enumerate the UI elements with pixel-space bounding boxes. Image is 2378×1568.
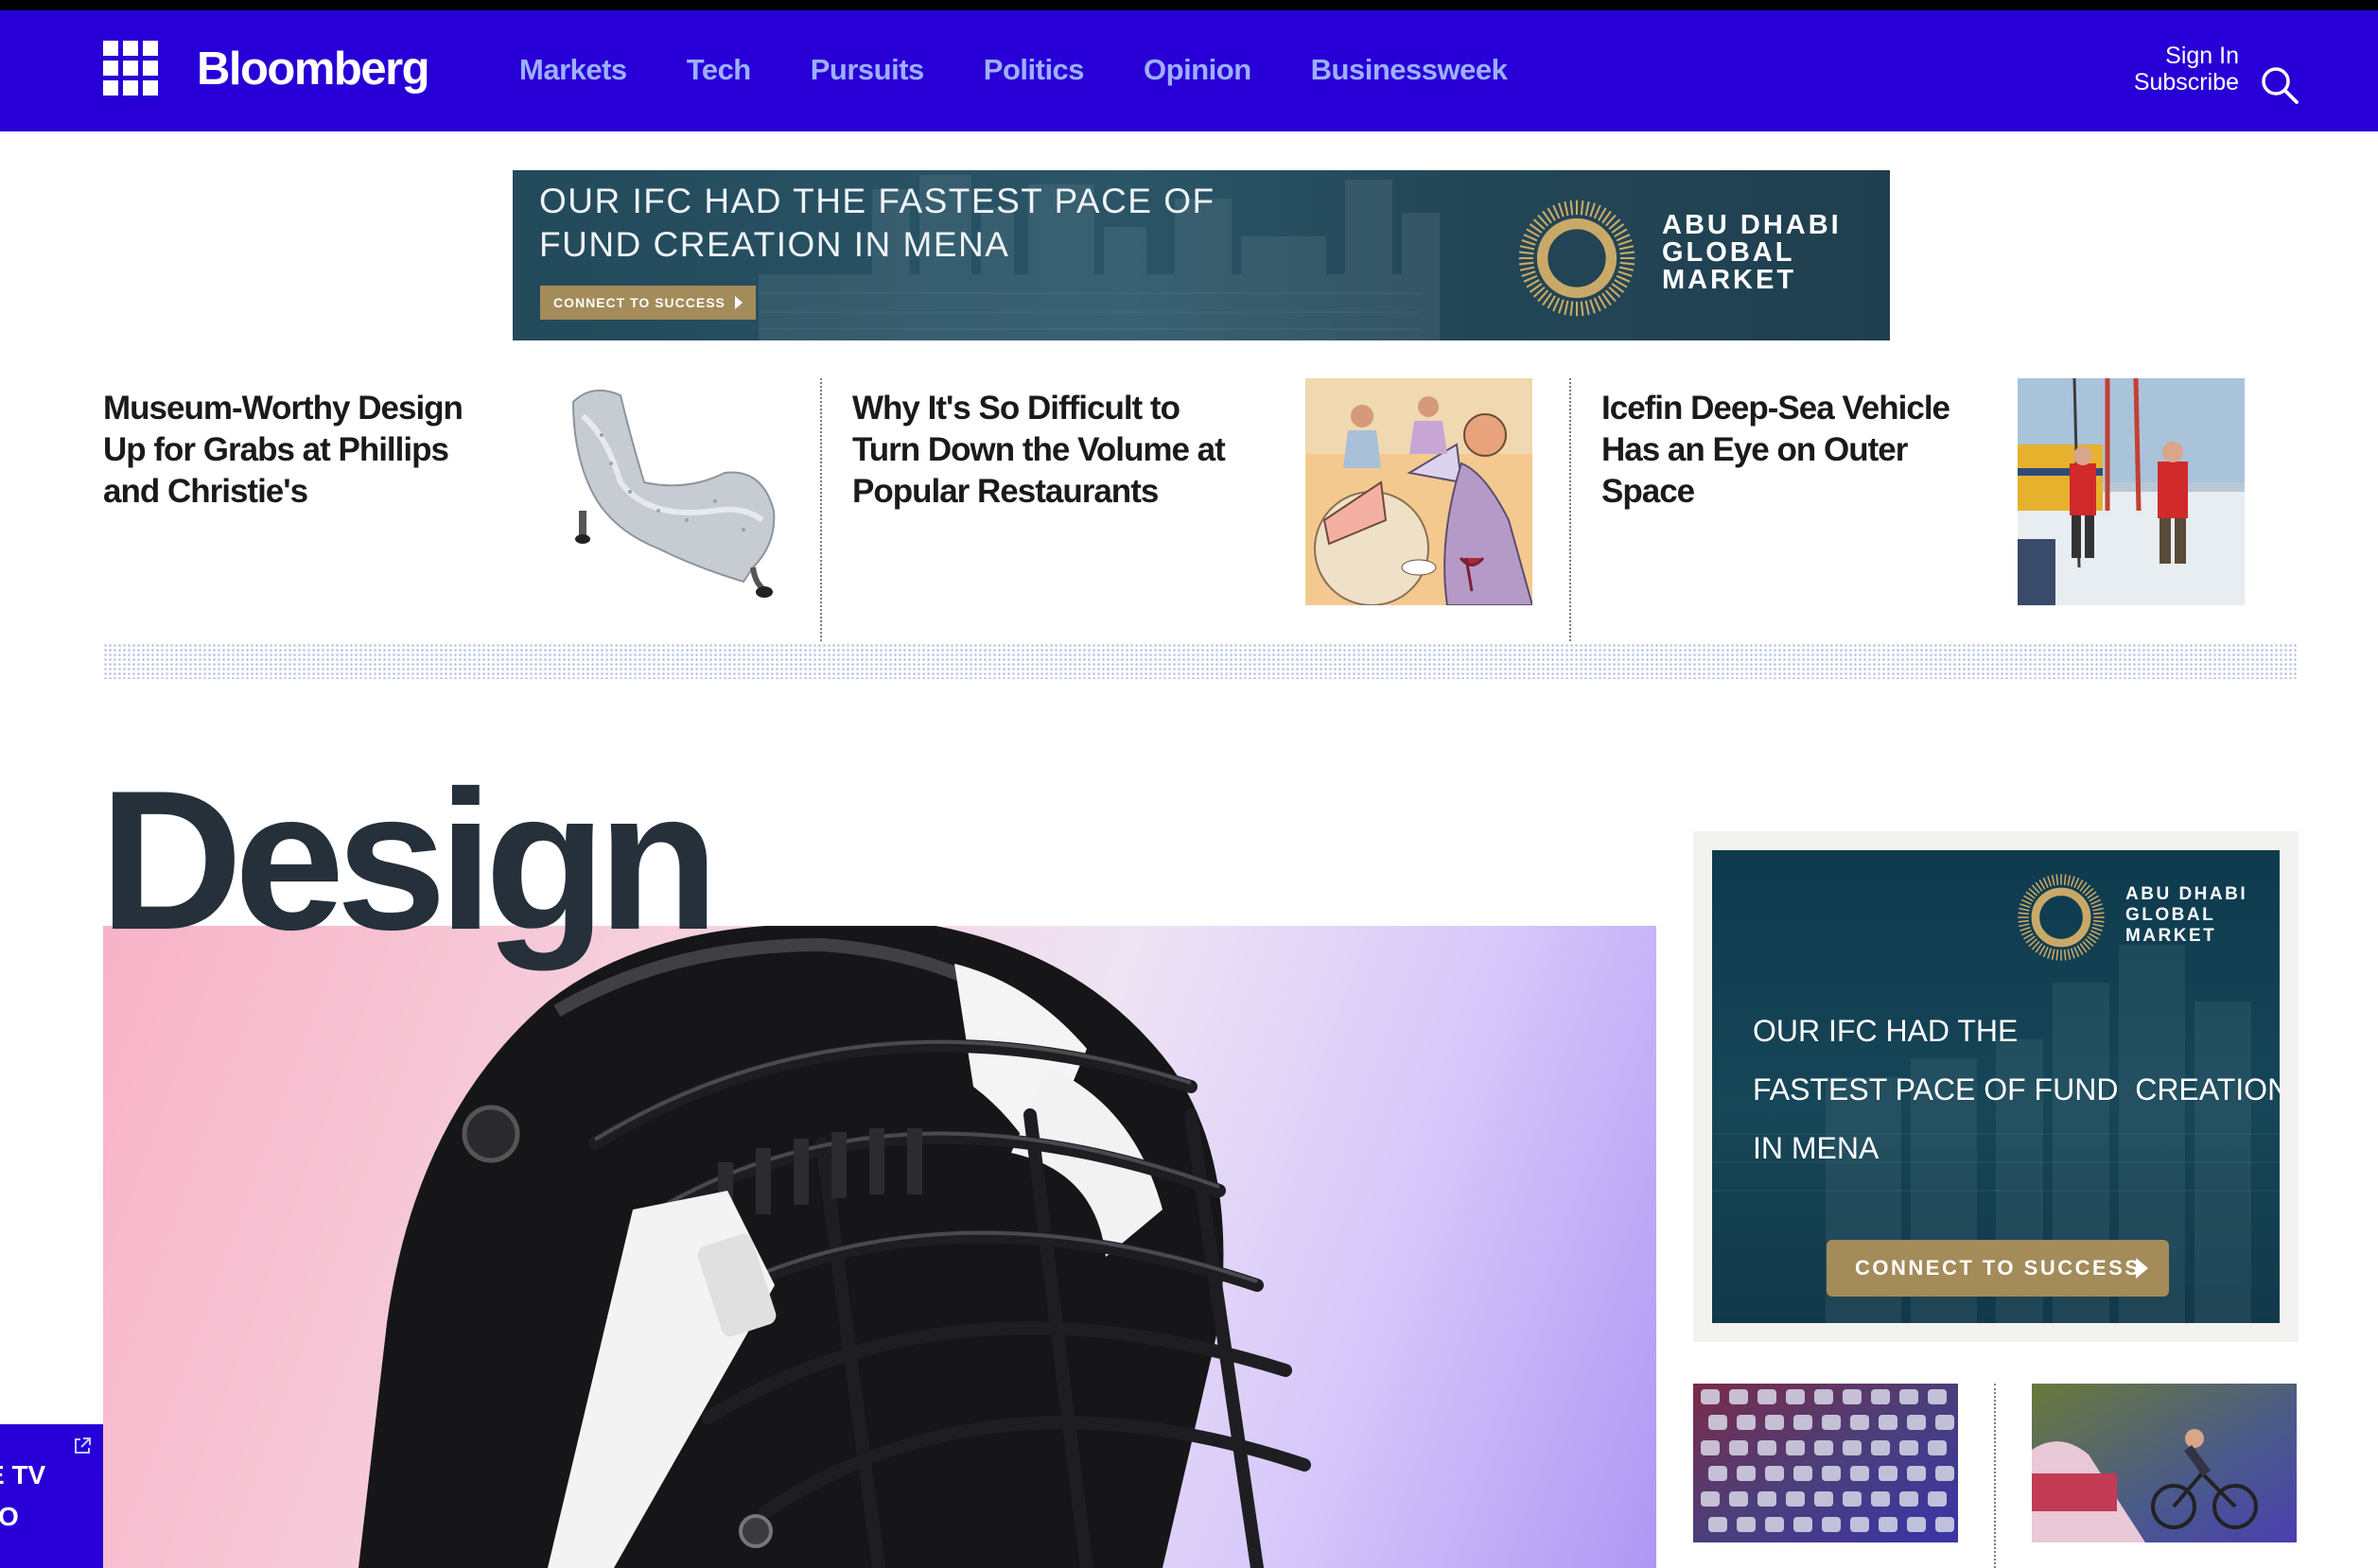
story-card[interactable]: Museum-Worthy Design Up for Grabs at Phi…	[103, 378, 784, 643]
ad-headline-line2: FUND CREATION IN MENA	[539, 225, 1010, 264]
top-black-bar	[0, 0, 2378, 10]
chaise-lounge-image	[554, 378, 781, 605]
menu-grid-icon[interactable]	[103, 41, 158, 96]
story-title[interactable]: Icefin Deep-Sea Vehicle Has an Eye on Ou…	[1601, 388, 1980, 513]
adgm-sun-logo-icon	[2018, 874, 2105, 961]
live-tab-line1: E TV	[0, 1460, 46, 1490]
ad-headline: OUR IFC HAD THE FASTEST PACE OF FUND CRE…	[539, 180, 1215, 267]
main-nav: Markets Tech Pursuits Politics Opinion B…	[519, 53, 1508, 95]
live-tv-radio-tab[interactable]: E TV DIO	[0, 1424, 103, 1568]
bloomberg-logo[interactable]: Bloomberg	[197, 43, 430, 96]
side-ad-brand-line1: ABU DHABI	[2125, 884, 2248, 904]
traffic-jam-image	[1693, 1384, 1958, 1542]
hero-image[interactable]	[103, 926, 1656, 1568]
ad-cta-label: CONNECT TO SUCCESS	[553, 295, 726, 310]
nav-businessweek[interactable]: Businessweek	[1311, 53, 1508, 95]
dotted-separator-band	[103, 643, 2298, 679]
top-banner-ad[interactable]: OUR IFC HAD THE FASTEST PACE OF FUND CRE…	[513, 170, 1890, 340]
side-banner-ad[interactable]: ABU DHABI GLOBAL MARKET OUR IFC HAD THE …	[1712, 850, 2280, 1323]
story-title[interactable]: Museum-Worthy Design Up for Grabs at Phi…	[103, 388, 481, 513]
section-title: Design	[99, 749, 719, 971]
ad-headline-line1: OUR IFC HAD THE FASTEST PACE OF	[539, 182, 1215, 220]
side-ad-cta-label: CONNECT TO SUCCESS	[1855, 1256, 2142, 1280]
football-helmet-image	[358, 926, 1311, 1568]
ad-brand-line1: ABU DHABI	[1662, 210, 1842, 240]
nav-markets[interactable]: Markets	[519, 53, 627, 95]
side-ad-brand: ABU DHABI GLOBAL MARKET	[2125, 884, 2247, 947]
story-title[interactable]: Why It's So Difficult to Turn Down the V…	[852, 388, 1250, 513]
nav-tech[interactable]: Tech	[687, 53, 752, 95]
story-thumbnail-chaise[interactable]	[554, 378, 781, 605]
ad-cta-button[interactable]: CONNECT TO SUCCESS	[540, 286, 756, 320]
mini-thumbnail-traffic[interactable]	[1693, 1384, 1958, 1542]
story-divider	[820, 378, 822, 641]
nav-pursuits[interactable]: Pursuits	[811, 53, 925, 95]
side-ad-text: OUR IFC HAD THE FASTEST PACE OF FUND CRE…	[1753, 1002, 2280, 1177]
navigation-bar: Bloomberg Markets Tech Pursuits Politics…	[0, 10, 2378, 131]
play-arrow-icon	[2136, 1258, 2148, 1279]
mini-divider	[1994, 1384, 1996, 1568]
account-links: Sign In Subscribe	[2134, 43, 2239, 96]
story-thumbnail-restaurant[interactable]	[1305, 378, 1532, 605]
live-tab-line2: DIO	[0, 1502, 19, 1531]
restaurant-illustration-image	[1305, 378, 1532, 605]
ad-brand-line2: GLOBAL	[1662, 237, 1795, 268]
ad-brand-line3: MARKET	[1662, 265, 1797, 295]
ad-brand: ABU DHABI GLOBAL MARKET	[1662, 212, 1842, 294]
story-divider	[1569, 378, 1571, 641]
search-icon[interactable]	[2259, 64, 2300, 106]
sign-in-link[interactable]: Sign In	[2134, 43, 2239, 69]
external-link-icon	[75, 1437, 91, 1454]
mini-thumbnail-cyclists[interactable]	[2032, 1384, 2297, 1542]
story-card[interactable]: Why It's So Difficult to Turn Down the V…	[852, 378, 1533, 643]
researchers-on-ice-image	[2018, 378, 2245, 605]
cyclists-and-car-image	[2032, 1384, 2297, 1542]
subscribe-link[interactable]: Subscribe	[2134, 69, 2239, 96]
side-ad-cta-button[interactable]: CONNECT TO SUCCESS	[1827, 1240, 2169, 1297]
nav-opinion[interactable]: Opinion	[1144, 53, 1251, 95]
side-ad-brand-line2: GLOBAL	[2125, 905, 2216, 925]
nav-politics[interactable]: Politics	[984, 53, 1085, 95]
adgm-sun-logo-icon	[1518, 200, 1635, 317]
side-ad-text-line1: OUR IFC HAD THE	[1753, 1014, 2019, 1048]
story-card[interactable]: Icefin Deep-Sea Vehicle Has an Eye on Ou…	[1601, 378, 2282, 643]
side-ad-brand-line3: MARKET	[2125, 926, 2217, 946]
play-arrow-icon	[735, 296, 743, 309]
story-thumbnail-icefin[interactable]	[2018, 378, 2245, 605]
side-ad-text-line2: FASTEST PACE OF FUND CREATION	[1753, 1072, 2280, 1106]
side-ad-text-line3: IN MENA	[1753, 1131, 1880, 1165]
